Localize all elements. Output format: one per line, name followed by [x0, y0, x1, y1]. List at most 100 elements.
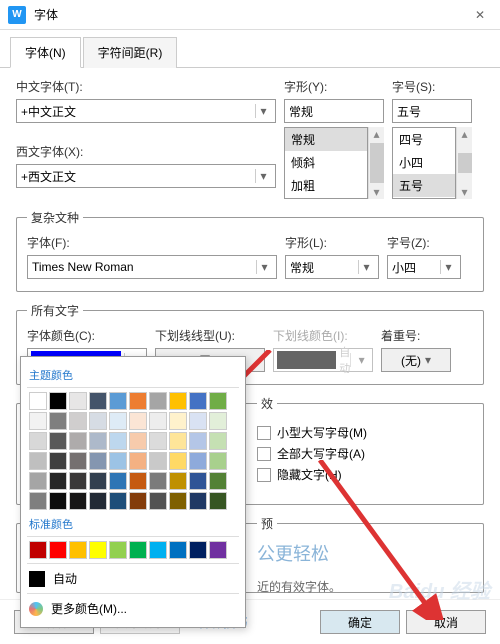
color-cell[interactable]	[89, 432, 107, 450]
cb-small-caps-row[interactable]: 小型大写字母(M)	[257, 424, 473, 441]
color-cell[interactable]	[149, 492, 167, 510]
color-cell[interactable]	[69, 541, 87, 559]
cfont-combo[interactable]: Times New Roman ▾	[27, 255, 277, 279]
cn-font-combo[interactable]: +中文正文 ▾	[16, 99, 276, 123]
style-input[interactable]: 常规	[284, 99, 384, 123]
color-cell[interactable]	[109, 412, 127, 430]
color-cell[interactable]	[209, 492, 227, 510]
color-cell[interactable]	[69, 432, 87, 450]
color-cell[interactable]	[109, 541, 127, 559]
color-cell[interactable]	[89, 392, 107, 410]
color-cell[interactable]	[89, 452, 107, 470]
color-cell[interactable]	[129, 452, 147, 470]
color-cell[interactable]	[169, 452, 187, 470]
checkbox-icon[interactable]	[257, 426, 271, 440]
color-cell[interactable]	[189, 392, 207, 410]
color-cell[interactable]	[109, 492, 127, 510]
color-cell[interactable]	[169, 472, 187, 490]
cstyle-combo[interactable]: 常规 ▾	[285, 255, 379, 279]
theme-colors-title: 主题颜色	[29, 367, 237, 383]
color-cell[interactable]	[149, 392, 167, 410]
checkbox-icon[interactable]	[257, 468, 271, 482]
color-cell[interactable]	[129, 432, 147, 450]
size-input[interactable]: 五号	[392, 99, 472, 123]
csize-combo[interactable]: 小四 ▾	[387, 255, 461, 279]
color-cell[interactable]	[49, 452, 67, 470]
color-cell[interactable]	[89, 541, 107, 559]
color-cell[interactable]	[89, 492, 107, 510]
color-cell[interactable]	[149, 432, 167, 450]
color-cell[interactable]	[49, 492, 67, 510]
color-cell[interactable]	[189, 492, 207, 510]
standard-color-row	[27, 539, 239, 561]
color-cell[interactable]	[69, 392, 87, 410]
color-cell[interactable]	[169, 432, 187, 450]
color-cell[interactable]	[49, 432, 67, 450]
color-cell[interactable]	[129, 492, 147, 510]
size-scrollbar[interactable]: ▴▾	[456, 127, 472, 199]
color-cell[interactable]	[29, 432, 47, 450]
color-cell[interactable]	[149, 452, 167, 470]
label-ulcolor: 下划线颜色(I):	[273, 327, 373, 344]
color-cell[interactable]	[49, 392, 67, 410]
color-cell[interactable]	[189, 541, 207, 559]
color-cell[interactable]	[129, 472, 147, 490]
size-listbox[interactable]: 四号 小四 五号	[392, 127, 456, 199]
color-cell[interactable]	[149, 412, 167, 430]
color-cell[interactable]	[169, 392, 187, 410]
color-cell[interactable]	[89, 412, 107, 430]
color-cell[interactable]	[29, 492, 47, 510]
color-cell[interactable]	[189, 432, 207, 450]
color-cell[interactable]	[169, 541, 187, 559]
style-listbox[interactable]: 常规 倾斜 加粗	[284, 127, 368, 199]
style-scrollbar[interactable]: ▴▾	[368, 127, 384, 199]
color-cell[interactable]	[189, 472, 207, 490]
tab-font[interactable]: 字体(N)	[10, 37, 81, 68]
color-cell[interactable]	[209, 392, 227, 410]
color-cell[interactable]	[169, 412, 187, 430]
color-cell[interactable]	[109, 392, 127, 410]
color-cell[interactable]	[189, 412, 207, 430]
color-cell[interactable]	[169, 492, 187, 510]
color-cell[interactable]	[109, 432, 127, 450]
tab-spacing[interactable]: 字符间距(R)	[83, 37, 178, 68]
style-item-regular[interactable]: 常规	[285, 128, 367, 151]
color-cell[interactable]	[49, 541, 67, 559]
color-cell[interactable]	[29, 412, 47, 430]
en-font-combo[interactable]: +西文正文 ▾	[16, 164, 276, 188]
color-cell[interactable]	[69, 472, 87, 490]
size-item-1[interactable]: 小四	[393, 151, 455, 174]
color-cell[interactable]	[189, 452, 207, 470]
emphasis-combo[interactable]: (无) ▾	[381, 348, 451, 372]
style-item-italic[interactable]: 倾斜	[285, 151, 367, 174]
style-item-bold[interactable]: 加粗	[285, 174, 367, 197]
size-item-0[interactable]: 四号	[393, 128, 455, 151]
color-cell[interactable]	[29, 392, 47, 410]
auto-color-row[interactable]: 自动	[27, 566, 239, 591]
color-cell[interactable]	[209, 452, 227, 470]
color-cell[interactable]	[129, 392, 147, 410]
color-cell[interactable]	[209, 432, 227, 450]
color-cell[interactable]	[209, 472, 227, 490]
color-cell[interactable]	[129, 541, 147, 559]
color-cell[interactable]	[49, 472, 67, 490]
color-cell[interactable]	[109, 472, 127, 490]
checkbox-icon[interactable]	[257, 447, 271, 461]
color-cell[interactable]	[29, 452, 47, 470]
color-cell[interactable]	[69, 492, 87, 510]
color-cell[interactable]	[69, 412, 87, 430]
color-cell[interactable]	[89, 472, 107, 490]
color-cell[interactable]	[29, 541, 47, 559]
color-cell[interactable]	[129, 412, 147, 430]
color-cell[interactable]	[29, 472, 47, 490]
color-cell[interactable]	[209, 412, 227, 430]
color-cell[interactable]	[149, 472, 167, 490]
color-cell[interactable]	[149, 541, 167, 559]
color-cell[interactable]	[69, 452, 87, 470]
color-cell[interactable]	[109, 452, 127, 470]
close-button[interactable]: ✕	[460, 0, 500, 30]
color-cell[interactable]	[209, 541, 227, 559]
color-cell[interactable]	[49, 412, 67, 430]
size-item-2[interactable]: 五号	[393, 174, 455, 197]
more-colors-row[interactable]: 更多颜色(M)...	[27, 596, 239, 621]
